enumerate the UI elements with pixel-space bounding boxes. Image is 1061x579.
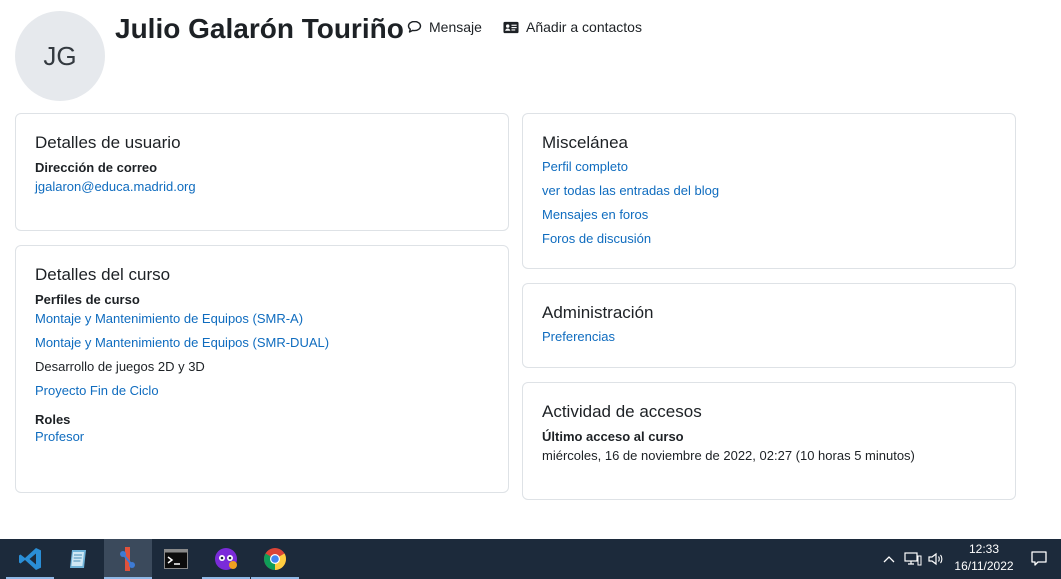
profile-header: JG Julio Galarón Touriño Mensaje Añadir …	[15, 11, 1045, 101]
clock-date: 16/11/2022	[954, 559, 1014, 573]
blog-entries-link[interactable]: ver todas las entradas del blog	[542, 179, 996, 203]
last-access-value: miércoles, 16 de noviembre de 2022, 02:2…	[542, 448, 915, 463]
notepad-icon[interactable]	[54, 539, 102, 579]
message-label: Mensaje	[429, 19, 482, 35]
user-details-card: Detalles de usuario Dirección de correo …	[15, 113, 509, 231]
message-button[interactable]: Mensaje	[406, 19, 482, 35]
chevron-up-icon[interactable]	[880, 539, 898, 579]
terminal-icon[interactable]	[152, 539, 200, 579]
administration-card: Administración Preferencias	[522, 283, 1016, 368]
email-label: Dirección de correo	[35, 160, 158, 175]
forum-discussions-link[interactable]: Foros de discusión	[542, 227, 996, 251]
add-contact-label: Añadir a contactos	[526, 19, 642, 35]
misc-title: Miscelánea	[542, 133, 628, 152]
user-details-title: Detalles de usuario	[35, 133, 181, 152]
role-link[interactable]: Profesor	[35, 429, 489, 444]
network-icon[interactable]	[903, 539, 923, 579]
avatar-initials: JG	[43, 40, 77, 71]
git-client-icon[interactable]	[104, 539, 152, 579]
vscode-icon[interactable]	[6, 539, 54, 579]
course-link[interactable]: Montaje y Mantenimiento de Equipos (SMR-…	[35, 307, 489, 331]
course-item: Desarrollo de juegos 2D y 3D	[35, 359, 205, 374]
chrome-icon[interactable]	[251, 539, 299, 579]
course-details-title: Detalles del curso	[35, 265, 171, 284]
address-card-icon	[503, 19, 519, 35]
taskbar: 12:33 16/11/2022	[0, 539, 1061, 579]
avatar: JG	[15, 11, 105, 101]
forum-posts-link[interactable]: Mensajes en foros	[542, 203, 996, 227]
course-profiles-label: Perfiles de curso	[35, 292, 140, 307]
course-link[interactable]: Montaje y Mantenimiento de Equipos (SMR-…	[35, 331, 489, 355]
access-activity-card: Actividad de accesos Último acceso al cu…	[522, 382, 1016, 500]
roles-label: Roles	[35, 412, 71, 427]
taskbar-clock[interactable]: 12:33 16/11/2022	[946, 541, 1022, 575]
volume-icon[interactable]	[926, 539, 946, 579]
preferences-link[interactable]: Preferencias	[542, 325, 996, 349]
last-access-label: Último acceso al curso	[542, 429, 684, 444]
access-activity-title: Actividad de accesos	[542, 402, 702, 421]
notifications-icon[interactable]	[1028, 539, 1050, 579]
speech-bubble-icon	[406, 19, 422, 35]
page-title: Julio Galarón Touriño	[115, 13, 404, 44]
clock-time: 12:33	[968, 542, 1000, 556]
add-contact-button[interactable]: Añadir a contactos	[503, 19, 642, 35]
misc-card: Miscelánea Perfil completo ver todas las…	[522, 113, 1016, 269]
purple-app-icon[interactable]	[202, 539, 250, 579]
administration-title: Administración	[542, 303, 654, 322]
full-profile-link[interactable]: Perfil completo	[542, 155, 996, 179]
email-link[interactable]: jgalaron@educa.madrid.org	[35, 179, 489, 194]
course-link[interactable]: Proyecto Fin de Ciclo	[35, 379, 489, 403]
course-details-card: Detalles del curso Perfiles de curso Mon…	[15, 245, 509, 493]
